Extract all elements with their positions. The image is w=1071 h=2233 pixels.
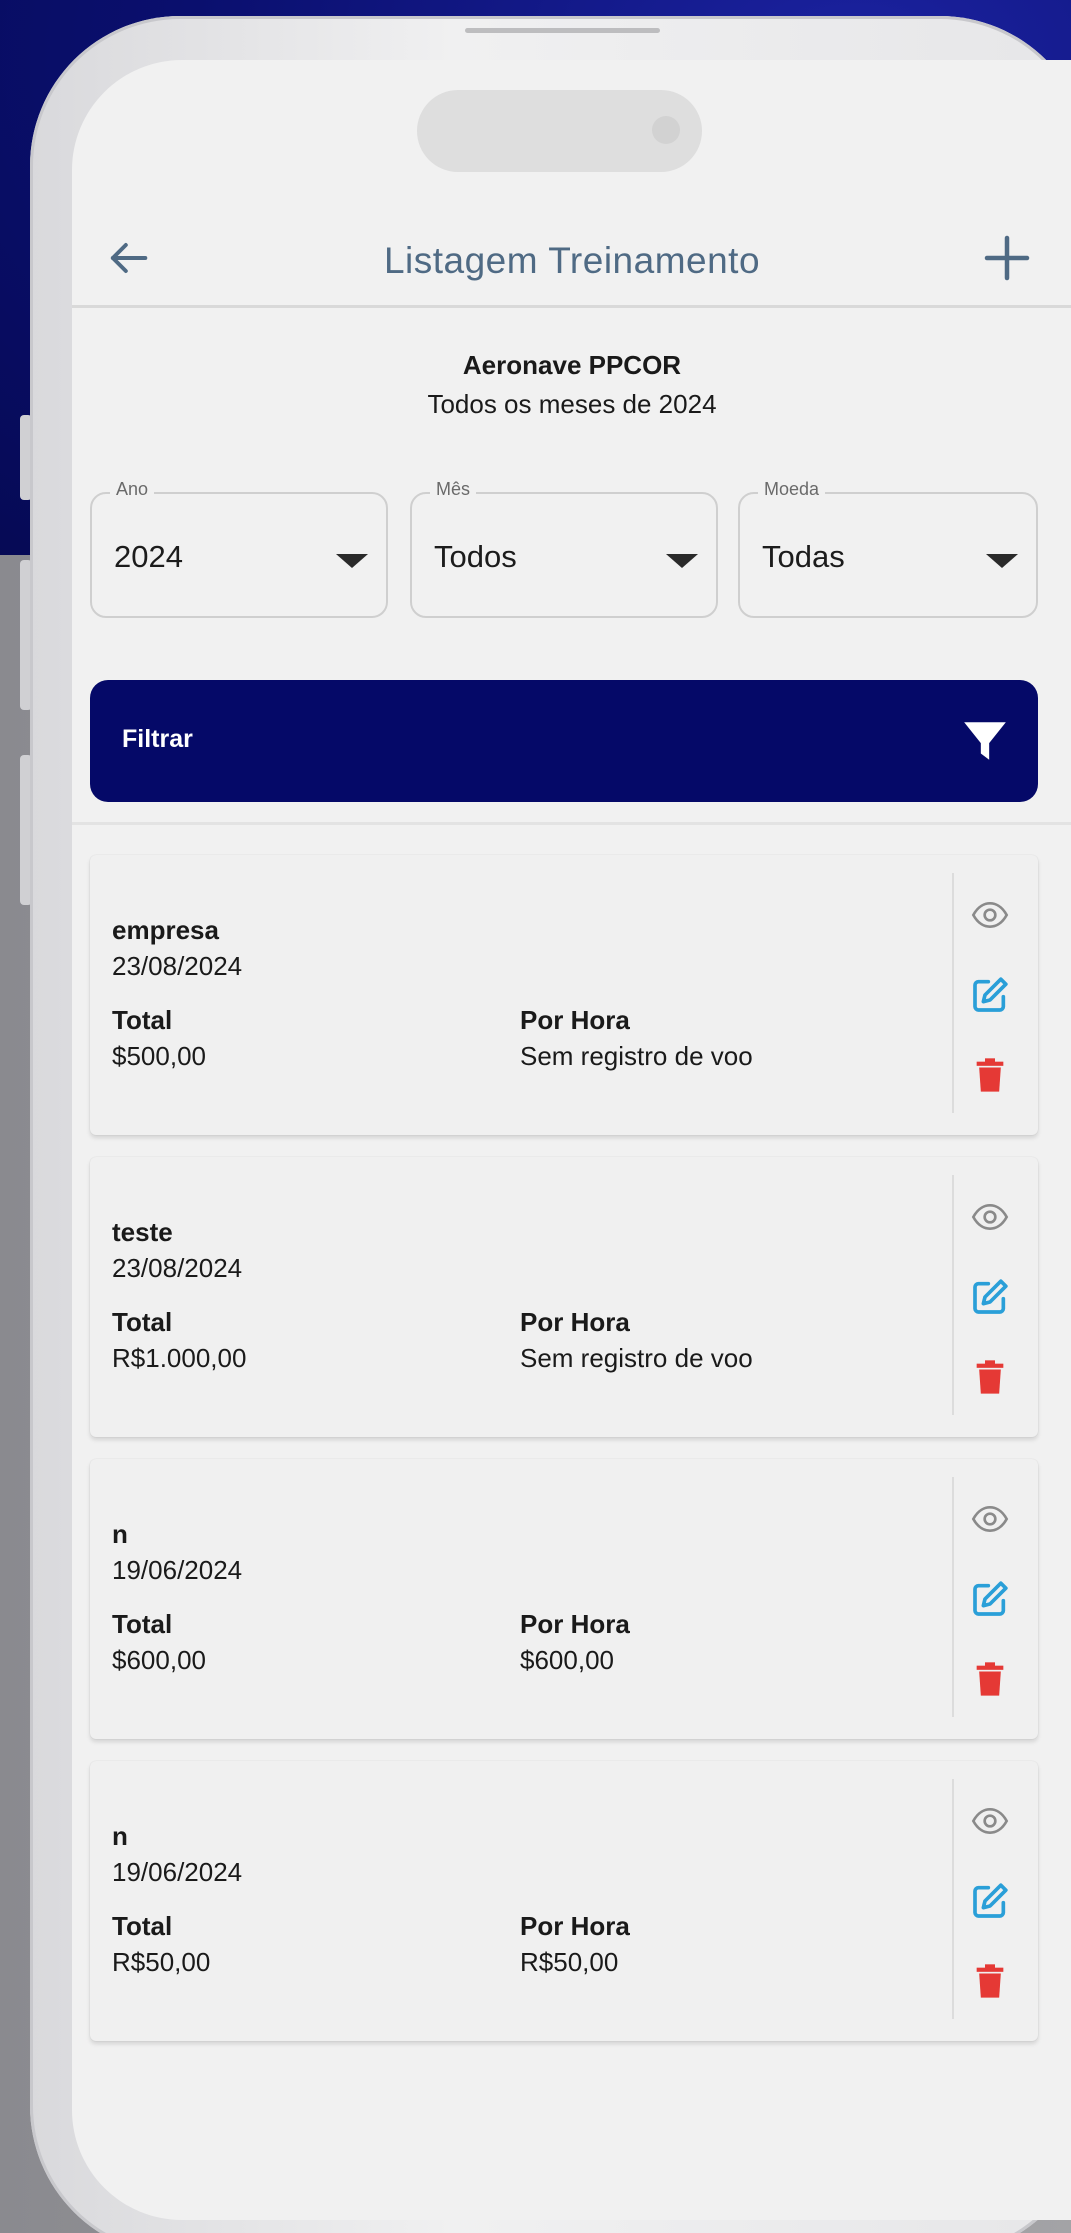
per-hour-label: Por Hora <box>520 1005 630 1035</box>
edit-icon[interactable] <box>970 975 1010 1015</box>
funnel-icon <box>964 722 1006 760</box>
view-eye-icon[interactable] <box>970 1801 1010 1841</box>
per-hour-value: Sem registro de voo <box>520 1041 753 1071</box>
caret-down-icon <box>986 554 1018 568</box>
currency-select-label: Moeda <box>758 479 826 500</box>
currency-select[interactable]: Moeda Todas <box>738 479 1038 618</box>
period-text: Todos os meses de 2024 <box>427 389 717 419</box>
record-card: teste 23/08/2024 Total R$1.000,00 Por Ho… <box>90 1157 1038 1437</box>
camera-icon <box>652 116 680 144</box>
total-label: Total <box>112 1609 173 1639</box>
edit-icon[interactable] <box>970 1579 1010 1619</box>
phone-top-bezel <box>465 28 660 33</box>
record-name: n <box>112 1519 128 1549</box>
card-divider <box>952 1477 954 1717</box>
phone-screen: Listagem Treinamento Aeronave PPCOR Todo… <box>72 60 1071 2220</box>
filter-selects: Ano 2024 Mês Todos Moeda Todas <box>90 470 1050 618</box>
month-select[interactable]: Mês Todos <box>410 479 718 618</box>
per-hour-value: $600,00 <box>520 1645 614 1675</box>
total-label: Total <box>112 1005 173 1035</box>
record-date: 19/06/2024 <box>112 1857 243 1887</box>
page-title: Listagem Treinamento <box>383 240 761 281</box>
app-bar: Listagem Treinamento <box>72 220 1071 310</box>
view-eye-icon[interactable] <box>970 1197 1010 1237</box>
per-hour-label: Por Hora <box>520 1911 630 1941</box>
dynamic-island <box>417 90 702 172</box>
filter-button[interactable]: Filtrar <box>90 680 1038 802</box>
list-divider <box>72 822 1071 825</box>
total-label: Total <box>112 1307 173 1337</box>
aircraft-name: Aeronave PPCOR <box>462 350 682 380</box>
record-card: n 19/06/2024 Total R$50,00 Por Hora R$50… <box>90 1761 1038 2041</box>
currency-select-value: Todas <box>762 539 845 574</box>
year-select-label: Ano <box>110 479 155 500</box>
total-value: R$1.000,00 <box>112 1343 247 1373</box>
year-select[interactable]: Ano 2024 <box>90 479 388 618</box>
total-label: Total <box>112 1911 173 1941</box>
record-name: teste <box>112 1217 173 1247</box>
edit-icon[interactable] <box>970 1881 1010 1921</box>
record-date: 23/08/2024 <box>112 1253 243 1283</box>
filter-button-label: Filtrar <box>122 725 193 753</box>
summary-header: Aeronave PPCOR Todos os meses de 2024 <box>72 350 1071 420</box>
total-value: $500,00 <box>112 1041 206 1071</box>
delete-trash-icon[interactable] <box>970 1357 1010 1397</box>
record-name: empresa <box>112 915 219 945</box>
view-eye-icon[interactable] <box>970 1499 1010 1539</box>
add-icon[interactable] <box>977 228 1037 288</box>
year-select-value: 2024 <box>114 539 183 574</box>
month-select-label: Mês <box>430 479 477 500</box>
record-date: 19/06/2024 <box>112 1555 243 1585</box>
card-divider <box>952 873 954 1113</box>
total-value: $600,00 <box>112 1645 206 1675</box>
caret-down-icon <box>666 554 698 568</box>
per-hour-value: R$50,00 <box>520 1947 619 1977</box>
total-value: R$50,00 <box>112 1947 211 1977</box>
delete-trash-icon[interactable] <box>970 1961 1010 2001</box>
record-name: n <box>112 1821 128 1851</box>
delete-trash-icon[interactable] <box>970 1055 1010 1095</box>
record-card: empresa 23/08/2024 Total $500,00 Por Hor… <box>90 855 1038 1135</box>
delete-trash-icon[interactable] <box>970 1659 1010 1699</box>
card-divider <box>952 1175 954 1415</box>
per-hour-label: Por Hora <box>520 1307 630 1337</box>
view-eye-icon[interactable] <box>970 895 1010 935</box>
month-select-value: Todos <box>434 539 517 574</box>
edit-icon[interactable] <box>970 1277 1010 1317</box>
app-bar-divider <box>72 305 1071 308</box>
caret-down-icon <box>336 554 368 568</box>
card-divider <box>952 1779 954 2019</box>
record-card: n 19/06/2024 Total $600,00 Por Hora $600… <box>90 1459 1038 1739</box>
record-date: 23/08/2024 <box>112 951 243 981</box>
per-hour-label: Por Hora <box>520 1609 630 1639</box>
per-hour-value: Sem registro de voo <box>520 1343 753 1373</box>
